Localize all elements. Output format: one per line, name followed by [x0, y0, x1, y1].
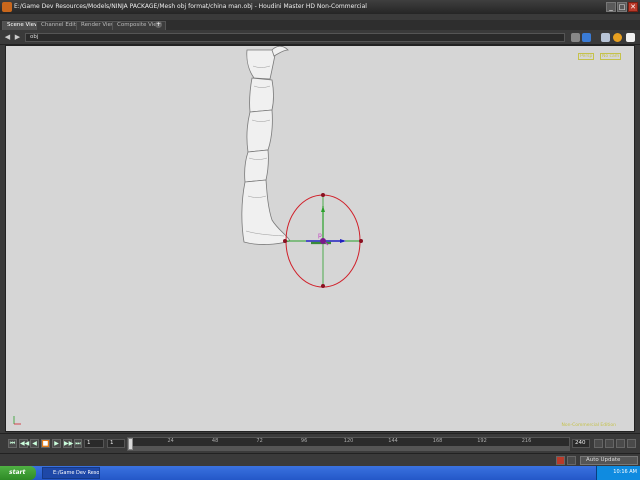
- status-bar: Auto Update: [0, 453, 640, 466]
- start-frame-field[interactable]: 1: [84, 439, 104, 448]
- jump-end-icon[interactable]: ⏭: [74, 439, 82, 448]
- play-reverse-icon[interactable]: ◀: [30, 439, 39, 448]
- network-path-bar: ◀ ▶ obj: [0, 30, 640, 45]
- transform-manipulator[interactable]: p: [283, 193, 363, 288]
- timeline-tick-label: 216: [521, 438, 532, 444]
- back-arrow-icon[interactable]: ◀: [3, 33, 12, 42]
- viewport-canvas[interactable]: p: [6, 46, 635, 432]
- timeline-tick-label: 24: [167, 438, 174, 444]
- timeline-tick-label: 96: [300, 438, 308, 444]
- jump-start-icon[interactable]: ⏮: [8, 439, 17, 448]
- timeline-tick-label: 144: [388, 438, 398, 444]
- handle-bottom[interactable]: [321, 284, 325, 288]
- character-leg-model[interactable]: [241, 46, 291, 245]
- axis-gizmo: [13, 416, 21, 425]
- pin-icon[interactable]: [571, 33, 580, 42]
- light-icon[interactable]: [613, 33, 622, 42]
- non-commercial-note: Non-Commercial Edition: [561, 423, 616, 428]
- stop-cook-icon[interactable]: [556, 456, 565, 465]
- timeline-tick-label: 168: [432, 438, 443, 444]
- pane-tab-bar: Scene View Channel Editor Render View Co…: [0, 20, 640, 30]
- timeline-tick-label: 192: [477, 438, 487, 444]
- playbar-options-icon[interactable]: [627, 439, 636, 448]
- handle-top[interactable]: [321, 193, 325, 197]
- handle-left[interactable]: [283, 239, 287, 243]
- end-frame-field[interactable]: 240: [572, 439, 590, 448]
- timeline-tick-label: 48: [211, 438, 219, 444]
- viewport-camera-badge[interactable]: Persp: [578, 53, 595, 60]
- snapshot-icon[interactable]: [626, 33, 635, 42]
- clock: 10:16 AM: [613, 469, 637, 475]
- svg-text:p: p: [318, 232, 322, 239]
- realtime-toggle-icon[interactable]: [594, 439, 603, 448]
- timeline-slider[interactable]: 24 48 72 96 120 144 168 192 216: [127, 437, 570, 451]
- playbar: ⏮ ◀◀ ◀ ■ ▶ ▶▶ ⏭ 1 1 24 48 72 96 120 144 168 192…: [0, 433, 640, 453]
- network-path-field[interactable]: obj: [25, 33, 565, 42]
- display-options-icon[interactable]: [601, 33, 610, 42]
- timeline-tick-label: 72: [256, 438, 263, 444]
- taskbar-item-houdini[interactable]: E:/Game Dev Resour...: [42, 467, 100, 479]
- close-button[interactable]: ✕: [628, 2, 638, 12]
- scene-viewport[interactable]: p Persp No cam Non-Commercial Edition: [5, 45, 635, 432]
- viewport-display-badge[interactable]: No cam: [600, 53, 622, 60]
- timeline-track[interactable]: [128, 446, 569, 450]
- os-taskbar: start E:/Game Dev Resour... 10:16 AM: [0, 466, 640, 480]
- system-tray: 10:16 AM: [596, 466, 640, 480]
- maximize-button[interactable]: □: [617, 2, 627, 12]
- play-icon[interactable]: ▶: [52, 439, 61, 448]
- step-forward-icon[interactable]: ▶▶: [63, 439, 73, 448]
- timeline-tick-label: 120: [343, 438, 354, 444]
- window-title: E:/Game Dev Resources/Models/NINJA PACKA…: [14, 3, 367, 10]
- start-button[interactable]: start: [0, 466, 36, 480]
- houdini-app-icon: [2, 2, 12, 12]
- link-icon[interactable]: [582, 33, 591, 42]
- current-frame-field[interactable]: 1: [107, 439, 125, 448]
- add-tab-button[interactable]: +: [155, 21, 162, 28]
- auto-update-menu[interactable]: Auto Update: [580, 456, 638, 465]
- handle-right[interactable]: [359, 239, 363, 243]
- timeline-playhead[interactable]: [128, 438, 133, 450]
- audio-icon[interactable]: [605, 439, 614, 448]
- minimize-button[interactable]: _: [606, 2, 616, 12]
- keyframe-icon[interactable]: [616, 439, 625, 448]
- title-bar: E:/Game Dev Resources/Models/NINJA PACKA…: [0, 0, 640, 14]
- cook-status-icon[interactable]: [567, 456, 576, 465]
- forward-arrow-icon[interactable]: ▶: [13, 33, 22, 42]
- step-back-icon[interactable]: ◀◀: [19, 439, 29, 448]
- stop-icon[interactable]: ■: [41, 439, 50, 448]
